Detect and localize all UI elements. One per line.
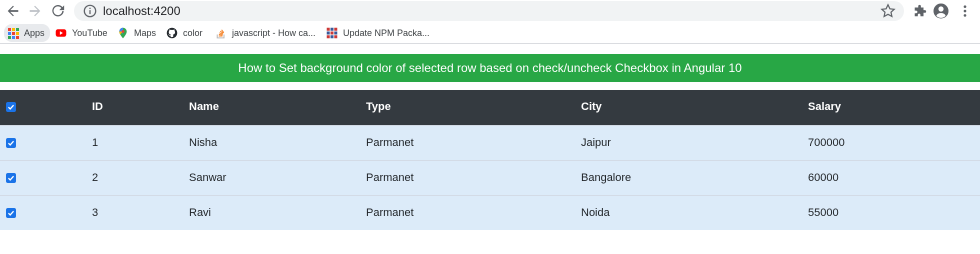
forward-arrow-icon bbox=[29, 5, 41, 17]
forward-button[interactable] bbox=[26, 2, 44, 20]
cell-name: Ravi bbox=[189, 194, 366, 230]
cell-salary: 60000 bbox=[808, 159, 980, 195]
row-checkbox[interactable] bbox=[6, 207, 16, 218]
cell-city: Noida bbox=[581, 194, 808, 230]
url-text: localhost:4200 bbox=[103, 4, 181, 18]
bookmark-label: Apps bbox=[24, 28, 45, 38]
maps-pin-icon bbox=[119, 27, 127, 39]
table-header-row: ID Name Type City Salary bbox=[0, 90, 980, 125]
bookmark-apps[interactable]: Apps bbox=[4, 24, 50, 42]
cell-name: Sanwar bbox=[189, 159, 366, 195]
checkmark-icon bbox=[7, 105, 15, 111]
puzzle-icon bbox=[914, 4, 927, 17]
cell-id: 2 bbox=[92, 159, 189, 195]
profile-button[interactable] bbox=[932, 2, 950, 20]
row-checkbox-cell bbox=[0, 159, 92, 195]
github-icon bbox=[166, 27, 178, 39]
bookmark-color[interactable]: color bbox=[166, 25, 203, 41]
kebab-menu-icon bbox=[963, 5, 967, 17]
stackoverflow-icon bbox=[216, 29, 225, 39]
cell-type: Parmanet bbox=[366, 159, 581, 195]
bookmark-star-icon[interactable] bbox=[880, 3, 896, 19]
table-row[interactable]: 3 Ravi Parmanet Noida 55000 bbox=[0, 194, 980, 230]
header-city[interactable]: City bbox=[581, 90, 808, 125]
back-button[interactable] bbox=[4, 2, 22, 20]
row-checkbox-cell bbox=[0, 194, 92, 230]
row-checkbox[interactable] bbox=[6, 172, 16, 183]
table-row[interactable]: 2 Sanwar Parmanet Bangalore 60000 bbox=[0, 159, 980, 195]
account-icon bbox=[933, 3, 949, 19]
header-checkbox-cell bbox=[0, 90, 92, 125]
row-checkbox[interactable] bbox=[6, 137, 16, 148]
cell-city: Bangalore bbox=[581, 159, 808, 195]
employee-table: ID Name Type City Salary 1 Nisha Parmane… bbox=[0, 90, 980, 230]
checkmark-icon bbox=[7, 140, 15, 146]
apps-grid-icon bbox=[8, 27, 19, 39]
bookmark-label: color bbox=[183, 28, 203, 38]
bookmark-label: YouTube bbox=[72, 28, 108, 38]
cell-id: 1 bbox=[92, 124, 189, 160]
npm-grid-icon bbox=[326, 27, 338, 39]
bookmark-npm[interactable]: Update NPM Packa... bbox=[326, 25, 430, 41]
bookmark-maps[interactable]: Maps bbox=[117, 25, 156, 41]
select-all-checkbox[interactable] bbox=[6, 102, 16, 113]
browser-toolbar: localhost:4200 bbox=[0, 0, 980, 22]
reload-icon bbox=[52, 5, 65, 17]
info-icon[interactable] bbox=[83, 4, 97, 18]
cell-city: Jaipur bbox=[581, 124, 808, 160]
bookmark-youtube[interactable]: YouTube bbox=[55, 25, 107, 41]
checkmark-icon bbox=[7, 175, 15, 181]
page-banner: How to Set background color of selected … bbox=[0, 54, 980, 82]
reload-button[interactable] bbox=[49, 2, 67, 20]
row-checkbox-cell bbox=[0, 124, 92, 160]
back-arrow-icon bbox=[7, 5, 19, 17]
banner-title: How to Set background color of selected … bbox=[238, 61, 742, 75]
address-bar[interactable]: localhost:4200 bbox=[74, 1, 904, 21]
cell-salary: 700000 bbox=[808, 124, 980, 160]
cell-type: Parmanet bbox=[366, 194, 581, 230]
bookmark-label: javascript - How ca... bbox=[232, 28, 316, 38]
cell-id: 3 bbox=[92, 194, 189, 230]
header-type[interactable]: Type bbox=[366, 90, 581, 125]
bookmark-javascript[interactable]: javascript - How ca... bbox=[215, 25, 316, 41]
table-row[interactable]: 1 Nisha Parmanet Jaipur 700000 bbox=[0, 124, 980, 160]
checkmark-icon bbox=[7, 210, 15, 216]
bookmarks-bar: Apps YouTube Maps color javascript - How… bbox=[0, 22, 980, 44]
cell-type: Parmanet bbox=[366, 124, 581, 160]
bookmark-label: Update NPM Packa... bbox=[343, 28, 430, 38]
menu-button[interactable] bbox=[956, 2, 974, 20]
cell-salary: 55000 bbox=[808, 194, 980, 230]
bookmark-label: Maps bbox=[134, 28, 157, 38]
youtube-icon bbox=[55, 29, 67, 37]
header-salary[interactable]: Salary bbox=[808, 90, 980, 125]
cell-name: Nisha bbox=[189, 124, 366, 160]
extensions-button[interactable] bbox=[911, 2, 929, 20]
header-id[interactable]: ID bbox=[92, 90, 189, 125]
header-name[interactable]: Name bbox=[189, 90, 366, 125]
